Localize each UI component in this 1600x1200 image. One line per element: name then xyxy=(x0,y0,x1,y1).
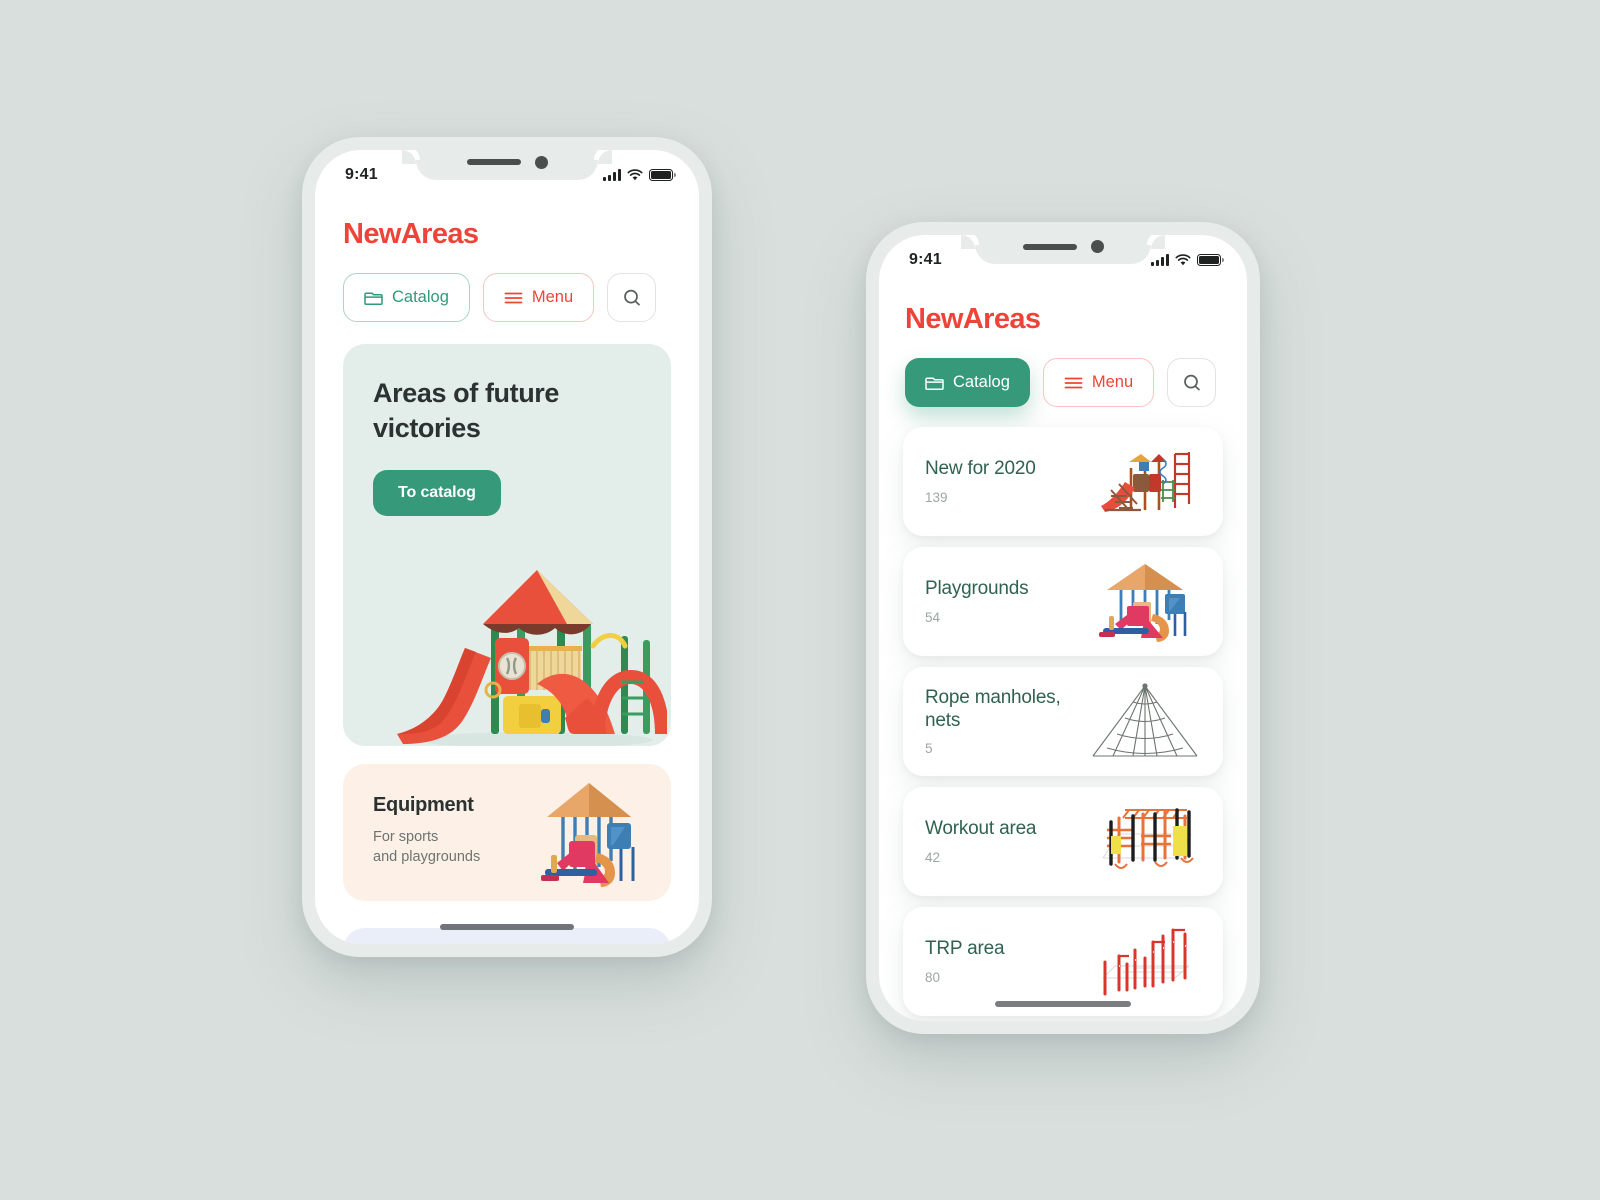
list-item[interactable]: Playgrounds 54 xyxy=(903,547,1223,656)
menu-button[interactable]: Menu xyxy=(482,273,595,322)
list-item-text: Rope manholes, nets 5 xyxy=(925,687,1089,756)
search-icon xyxy=(1183,374,1200,390)
device-notch xyxy=(402,150,612,180)
menu-button-label: Menu xyxy=(531,288,574,306)
search-button[interactable] xyxy=(607,273,657,322)
list-item-count: 139 xyxy=(925,489,948,505)
list-item-text: New for 2020 139 xyxy=(925,458,1089,504)
battery-full-icon xyxy=(649,169,676,181)
menu-button-label: Menu xyxy=(1091,373,1134,391)
home-indicator[interactable] xyxy=(995,1001,1131,1007)
catalog-button-active[interactable]: Catalog xyxy=(905,358,1030,407)
phone-screen-home: 9:41 NewAreas Catalog Menu Areas of futu… xyxy=(315,150,699,944)
catalog-button-label: Catalog xyxy=(953,373,1010,391)
menu-button[interactable]: Menu xyxy=(1042,358,1155,407)
category-list: New for 2020 139 Playgrounds 54 Rope man… xyxy=(879,407,1247,1021)
app-logo: NewAreas xyxy=(905,303,1041,335)
equipment-illustration xyxy=(541,783,635,887)
list-item-title: New for 2020 xyxy=(925,458,1036,480)
list-item-count: 54 xyxy=(925,609,941,625)
device-notch xyxy=(961,235,1165,264)
list-item-title: Playgrounds xyxy=(925,578,1029,600)
phone-mockup-catalog: 9:41 NewAreas Catalog Menu New for 2020 … xyxy=(866,222,1260,1034)
list-item-text: Playgrounds 54 xyxy=(925,578,1089,624)
playground-structure-illustration xyxy=(1099,563,1187,642)
next-section-card[interactable] xyxy=(343,928,671,944)
list-item[interactable]: New for 2020 139 xyxy=(903,427,1223,536)
toolbar: Catalog Menu xyxy=(879,336,1247,407)
equipment-card[interactable]: Equipment For sports and playgrounds xyxy=(343,764,671,901)
wifi-icon xyxy=(627,169,643,181)
list-item-title: TRP area xyxy=(925,938,1005,960)
search-icon xyxy=(623,289,640,305)
workout-bars-illustration xyxy=(1102,807,1194,869)
list-item-title: Workout area xyxy=(925,818,1037,840)
rope-net-pyramid-illustration xyxy=(1092,682,1198,757)
hamburger-menu-icon xyxy=(1064,377,1083,388)
toolbar: Catalog Menu xyxy=(315,251,699,322)
cellular-signal-icon xyxy=(1151,254,1169,266)
hero-card[interactable]: Areas of future victories To catalog xyxy=(343,344,671,746)
hero-title: Areas of future victories xyxy=(373,378,560,444)
phone-screen-catalog: 9:41 NewAreas Catalog Menu New for 2020 … xyxy=(879,235,1247,1021)
phone-mockup-home: 9:41 NewAreas Catalog Menu Areas of futu… xyxy=(302,137,712,957)
catalog-button-label: Catalog xyxy=(392,288,449,306)
list-item-count: 42 xyxy=(925,849,941,865)
to-catalog-button[interactable]: To catalog xyxy=(373,470,501,517)
trp-bars-illustration xyxy=(1102,928,1190,995)
list-item[interactable]: Rope manholes, nets 5 xyxy=(903,667,1223,776)
list-item[interactable]: Workout area 42 xyxy=(903,787,1223,896)
front-camera-icon xyxy=(1090,240,1104,253)
list-item-title: Rope manholes, nets xyxy=(925,687,1061,731)
app-content-home: NewAreas Catalog Menu Areas of future vi… xyxy=(315,150,699,944)
list-item-text: Workout area 42 xyxy=(925,818,1089,864)
list-item-text: TRP area 80 xyxy=(925,938,1089,984)
status-time: 9:41 xyxy=(345,166,378,183)
front-camera-icon xyxy=(534,155,548,169)
folder-icon xyxy=(364,292,383,305)
app-logo: NewAreas xyxy=(343,218,479,250)
wifi-icon xyxy=(1175,254,1191,266)
app-content-catalog: NewAreas Catalog Menu New for 2020 139 P… xyxy=(879,235,1247,1021)
status-icons xyxy=(1151,254,1224,266)
catalog-button[interactable]: Catalog xyxy=(343,273,470,322)
search-button[interactable] xyxy=(1167,358,1217,407)
home-indicator[interactable] xyxy=(440,924,574,930)
hamburger-menu-icon xyxy=(504,292,523,303)
playground-new-2020-illustration xyxy=(1101,451,1191,512)
hero-playground-illustration xyxy=(397,570,667,746)
list-item[interactable]: TRP area 80 xyxy=(903,907,1223,1016)
status-icons xyxy=(603,169,676,181)
battery-full-icon xyxy=(1197,254,1224,266)
earpiece-speaker-icon xyxy=(466,159,521,165)
earpiece-speaker-icon xyxy=(1022,243,1077,250)
cellular-signal-icon xyxy=(603,169,621,181)
canvas: 9:41 NewAreas Catalog Menu Areas of futu… xyxy=(0,0,1600,1200)
folder-icon xyxy=(925,377,944,390)
list-item-count: 80 xyxy=(925,969,941,985)
list-item-count: 5 xyxy=(925,740,933,756)
status-time: 9:41 xyxy=(909,251,942,268)
